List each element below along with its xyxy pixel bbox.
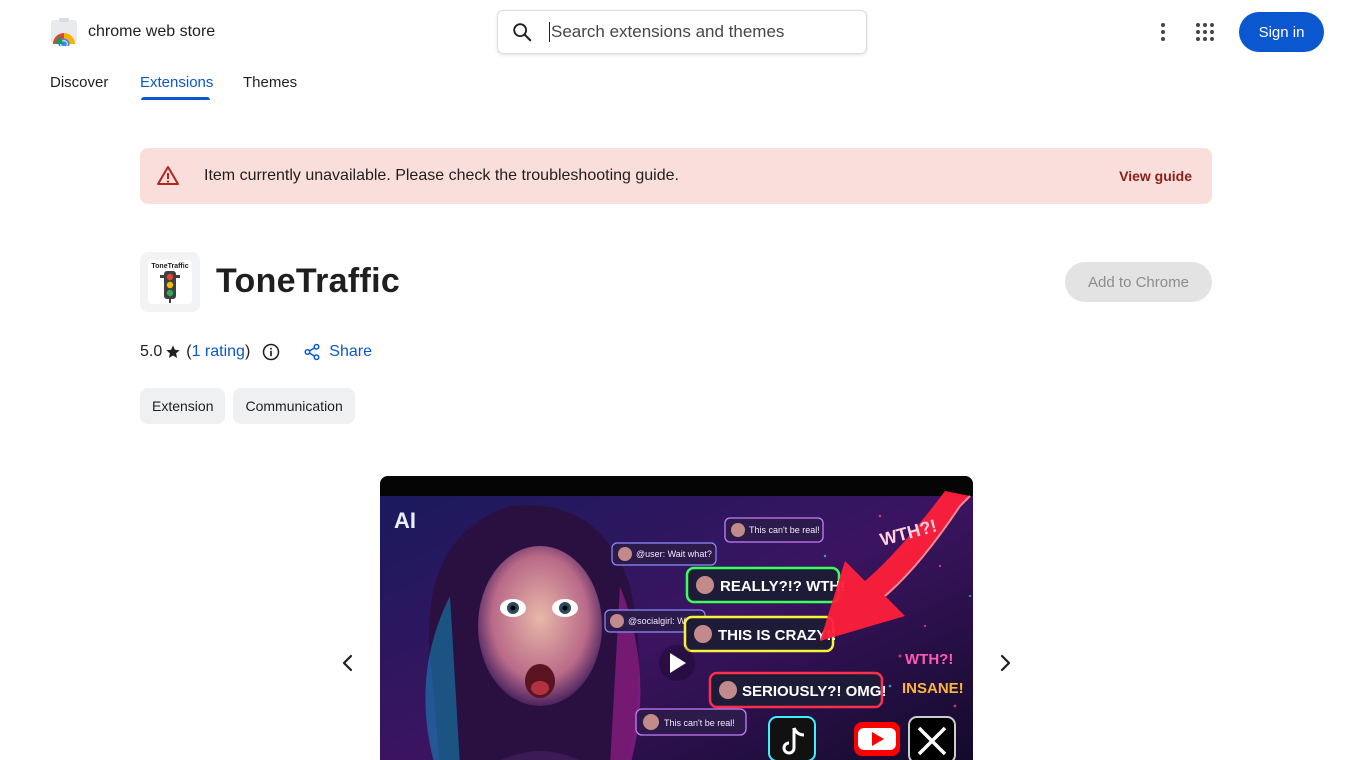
warning-icon: [157, 166, 179, 185]
chip-extension[interactable]: Extension: [140, 388, 226, 424]
category-chips: Extension Communication: [140, 388, 355, 424]
chevron-right-icon[interactable]: [993, 651, 1017, 675]
chevron-left-icon[interactable]: [336, 651, 360, 675]
tab-discover[interactable]: Discover: [50, 64, 140, 100]
ai-tag: AI: [394, 508, 416, 533]
rating-count-link[interactable]: 1 rating: [192, 343, 245, 361]
top-header: chrome web store Sign in: [0, 0, 1352, 64]
rating-paren-close: ): [244, 343, 251, 360]
banner-message: Item currently unavailable. Please check…: [204, 167, 679, 184]
view-guide-link[interactable]: View guide: [1119, 168, 1192, 184]
video-thumbnail[interactable]: AI This can't be real! @user: Wait what?…: [380, 476, 973, 760]
insane-label: INSANE!: [902, 680, 964, 697]
category-tabs: Discover Extensions Themes: [50, 64, 313, 104]
chat-bubble: This can't be real!: [664, 718, 735, 728]
search-input[interactable]: [551, 17, 841, 47]
rating-value: 5.0: [140, 343, 163, 360]
tab-themes[interactable]: Themes: [243, 64, 313, 100]
star-icon: [166, 345, 180, 358]
wth-label: WTH?!: [905, 651, 953, 668]
chat-bubble: SERIOUSLY?! OMG!: [742, 683, 886, 700]
chat-bubble: @user: Wait what?: [636, 549, 712, 559]
store-name: chrome web store: [88, 23, 216, 40]
tab-extensions[interactable]: Extensions: [140, 64, 243, 100]
apps-grid-icon[interactable]: [1193, 20, 1217, 44]
icon-wordmark: ToneTraffic: [151, 263, 188, 270]
sign-in-button[interactable]: Sign in: [1239, 12, 1324, 52]
share-label: Share: [329, 343, 372, 360]
chat-bubble: REALLY?!? WTH!: [720, 578, 845, 595]
chat-bubble: THIS IS CRAZY!!: [718, 627, 836, 644]
search-icon[interactable]: [511, 21, 533, 43]
info-icon[interactable]: [261, 342, 281, 362]
rating-row: 5.0 ( 1 rating ) Share: [140, 340, 372, 364]
chip-communication[interactable]: Communication: [233, 388, 355, 424]
chat-bubble: This can't be real!: [749, 525, 820, 535]
text-caret: [549, 22, 550, 42]
more-vert-icon[interactable]: [1151, 20, 1175, 44]
store-logo[interactable]: chrome web store: [50, 18, 215, 46]
unavailable-banner: Item currently unavailable. Please check…: [140, 148, 1212, 204]
promo-video-image: AI This can't be real! @user: Wait what?…: [380, 476, 973, 760]
traffic-light-icon: ToneTraffic: [148, 260, 192, 304]
extension-icon: ToneTraffic: [140, 252, 200, 312]
share-icon: [304, 343, 320, 361]
chrome-web-store-icon: [51, 18, 77, 46]
share-button[interactable]: Share: [303, 343, 372, 361]
item-title: ToneTraffic: [216, 262, 401, 300]
add-to-chrome-button[interactable]: Add to Chrome: [1065, 262, 1212, 302]
search-box[interactable]: [497, 10, 867, 54]
